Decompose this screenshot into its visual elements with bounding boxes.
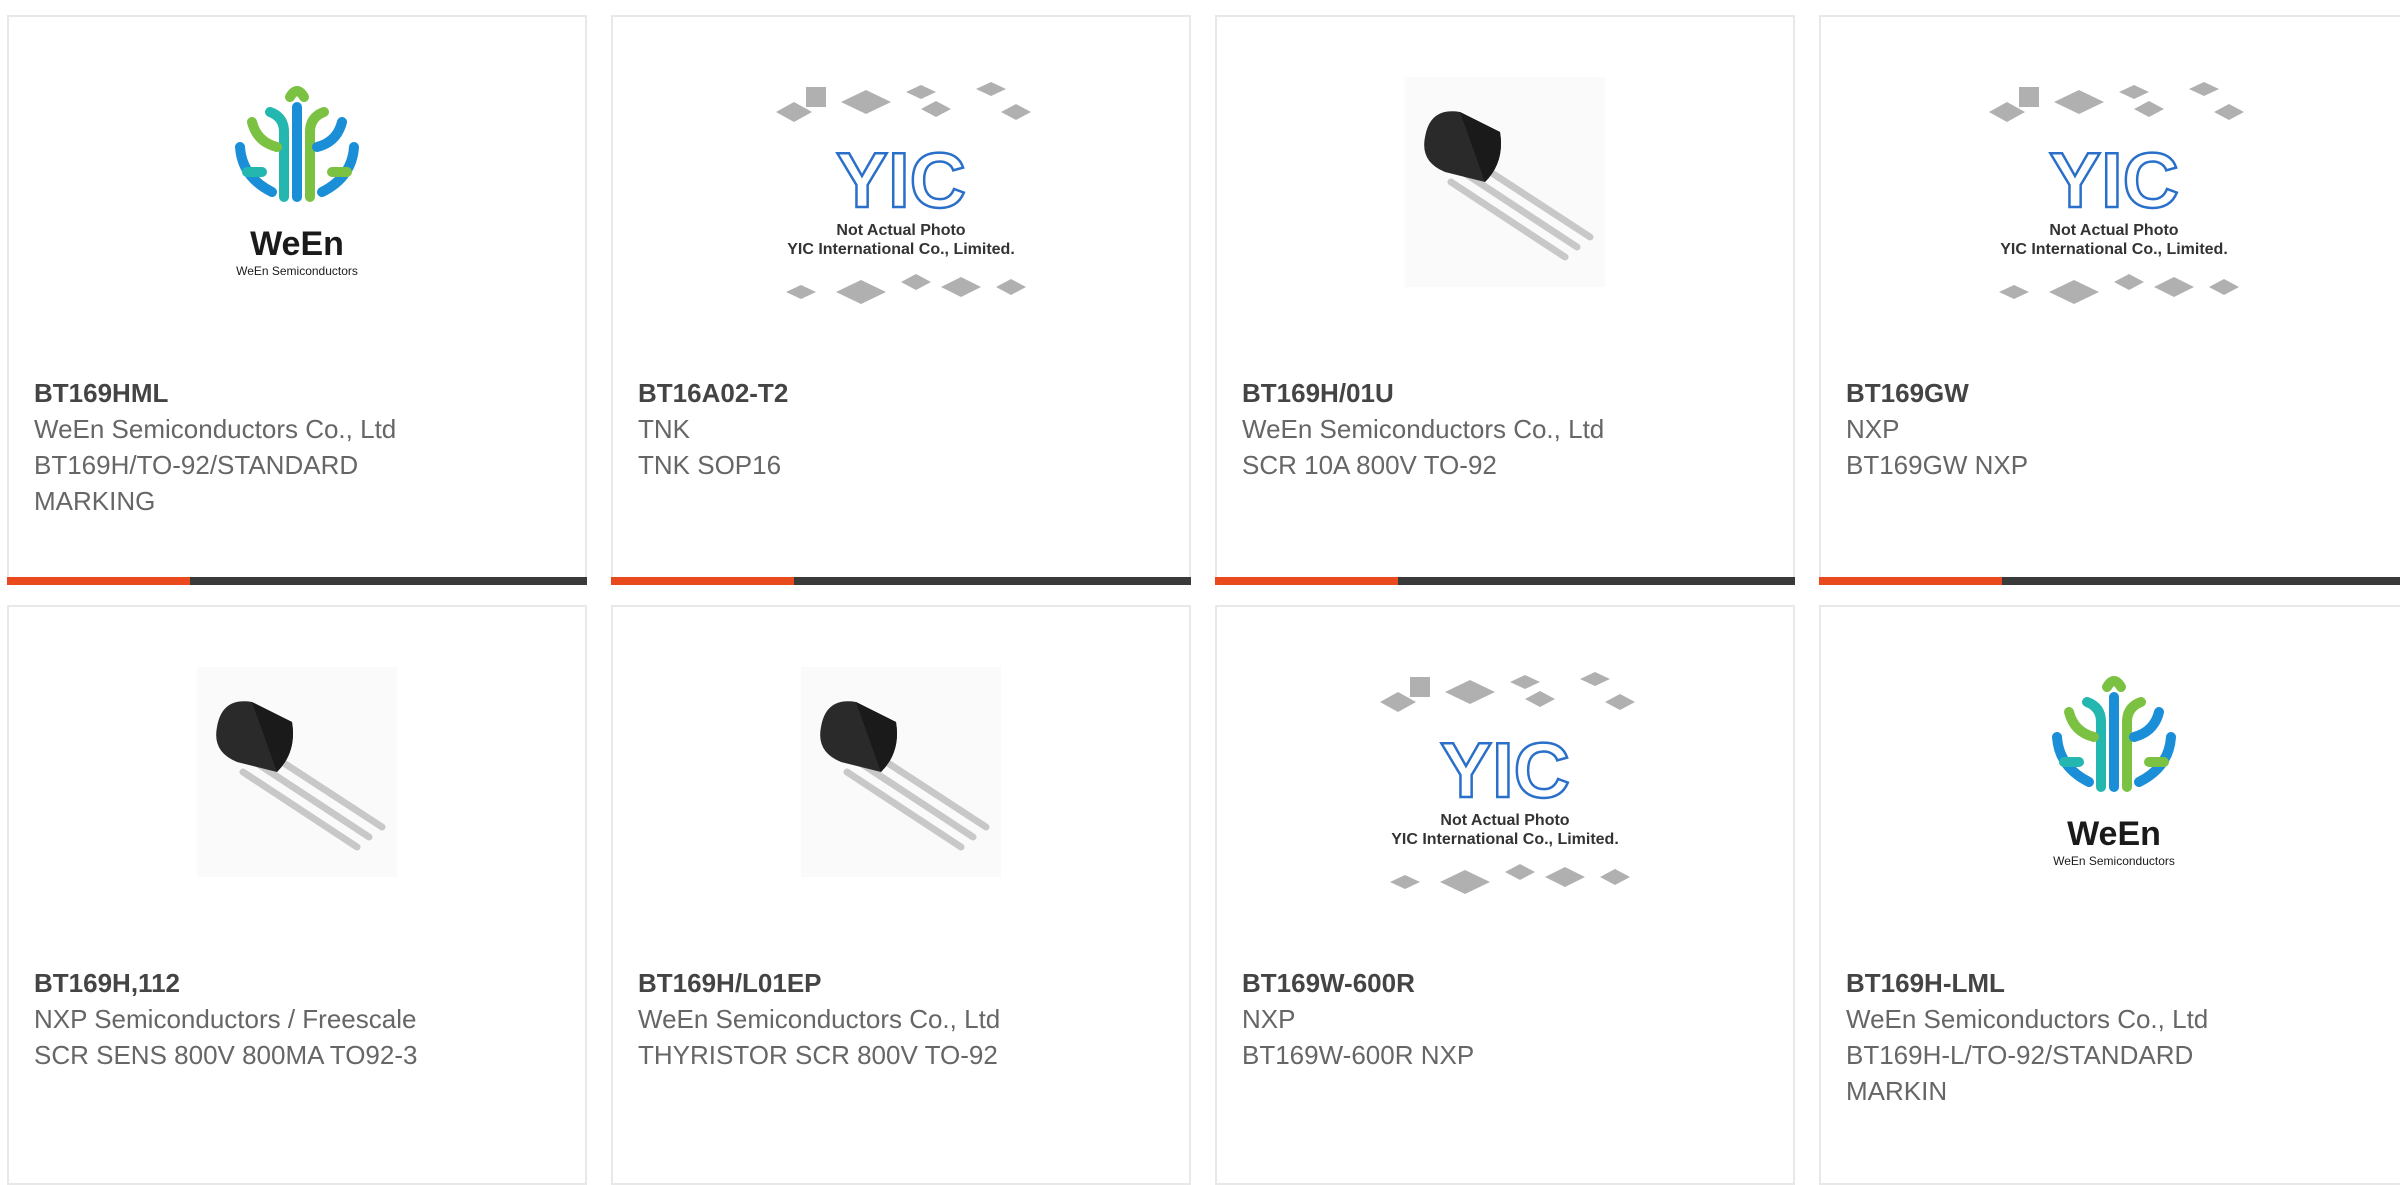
description: SCR SENS 800V 800MA TO92-3 <box>34 1040 418 1070</box>
product-image[interactable] <box>9 667 585 877</box>
to92-transistor-icon <box>197 667 397 877</box>
card-bar <box>7 577 587 585</box>
description: TNK SOP16 <box>638 450 782 480</box>
ween-logo-icon: WeEn WeEn Semiconductors <box>235 86 359 278</box>
product-image[interactable]: YIC Not Actual Photo YIC International C… <box>1821 77 2400 317</box>
placeholder-mark: YIC <box>2049 136 2179 224</box>
manufacturer: WeEn Semiconductors Co., Ltd <box>1242 414 1605 444</box>
card-bar <box>1819 577 2400 585</box>
product-card[interactable]: YIC Not Actual Photo YIC International C… <box>1819 15 2400 585</box>
placeholder-mark: YIC <box>1440 726 1570 814</box>
product-image[interactable]: WeEn WeEn Semiconductors <box>9 77 585 287</box>
part-number[interactable]: BT169H/L01EP <box>638 965 1169 1001</box>
product-card[interactable]: WeEn WeEn Semiconductors BT169H-LML WeEn… <box>1819 605 2400 1185</box>
to92-transistor-icon <box>801 667 1001 877</box>
manufacturer: NXP <box>1242 1004 1296 1034</box>
manufacturer: WeEn Semiconductors Co., Ltd <box>1846 1004 2209 1034</box>
placeholder-line1: Not Actual Photo <box>2049 222 2178 239</box>
to92-transistor-icon <box>1405 77 1605 287</box>
description: BT169H/TO-92/STANDARD <box>34 450 359 480</box>
placeholder-mark: YIC <box>836 136 966 224</box>
product-card[interactable]: BT169H/01U WeEn Semiconductors Co., Ltd … <box>1215 15 1795 585</box>
product-image[interactable] <box>1217 77 1793 287</box>
manufacturer: NXP <box>1846 414 1900 444</box>
part-number[interactable]: BT169GW <box>1846 375 2387 411</box>
part-number[interactable]: BT169H/01U <box>1242 375 1773 411</box>
product-card[interactable]: BT169H,112 NXP Semiconductors / Freescal… <box>7 605 587 1185</box>
placeholder-line1: Not Actual Photo <box>1440 812 1569 829</box>
not-actual-photo-icon: YIC Not Actual Photo YIC International C… <box>776 82 1031 304</box>
manufacturer: NXP Semiconductors / Freescale <box>34 1004 417 1034</box>
product-image[interactable]: WeEn WeEn Semiconductors <box>1821 667 2400 877</box>
ween-logo-sub: WeEn Semiconductors <box>236 264 358 278</box>
manufacturer: TNK <box>638 414 690 444</box>
not-actual-photo-icon: YIC Not Actual Photo YIC International C… <box>1989 82 2244 304</box>
product-image[interactable] <box>613 667 1189 877</box>
placeholder-line2: YIC International Co., Limited. <box>2000 241 2228 258</box>
product-image[interactable]: YIC Not Actual Photo YIC International C… <box>613 77 1189 317</box>
description: THYRISTOR SCR 800V TO-92 <box>638 1040 998 1070</box>
part-number[interactable]: BT169HML <box>34 375 565 411</box>
description: BT169W-600R NXP <box>1242 1040 1475 1070</box>
card-bar-accent <box>1819 577 2002 585</box>
part-number[interactable]: BT169W-600R <box>1242 965 1773 1001</box>
card-bar-accent <box>611 577 794 585</box>
product-card[interactable]: BT169H/L01EP WeEn Semiconductors Co., Lt… <box>611 605 1191 1185</box>
description-cont: MARKING <box>34 486 156 516</box>
description-cont: MARKIN <box>1846 1076 1948 1106</box>
ween-logo-brand: WeEn <box>250 225 344 263</box>
part-number[interactable]: BT16A02-T2 <box>638 375 1169 411</box>
card-bar <box>1215 577 1795 585</box>
card-bar <box>611 577 1191 585</box>
ween-logo-icon: WeEn WeEn Semiconductors <box>2052 676 2176 868</box>
product-card[interactable]: YIC Not Actual Photo YIC International C… <box>611 15 1191 585</box>
product-card[interactable]: YIC Not Actual Photo YIC International C… <box>1215 605 1795 1185</box>
description: BT169H-L/TO-92/STANDARD <box>1846 1040 2194 1070</box>
description: SCR 10A 800V TO-92 <box>1242 450 1497 480</box>
ween-logo-sub: WeEn Semiconductors <box>2053 854 2175 868</box>
product-card[interactable]: WeEn WeEn Semiconductors BT169HML WeEn S… <box>7 15 587 585</box>
card-bar-accent <box>1215 577 1398 585</box>
not-actual-photo-icon: YIC Not Actual Photo YIC International C… <box>1380 672 1635 894</box>
placeholder-line2: YIC International Co., Limited. <box>1391 831 1619 848</box>
part-number[interactable]: BT169H-LML <box>1846 965 2387 1001</box>
manufacturer: WeEn Semiconductors Co., Ltd <box>34 414 397 444</box>
ween-logo-brand: WeEn <box>2067 815 2161 853</box>
placeholder-line1: Not Actual Photo <box>836 222 965 239</box>
product-image[interactable]: YIC Not Actual Photo YIC International C… <box>1217 667 1793 907</box>
description: BT169GW NXP <box>1846 450 2029 480</box>
part-number[interactable]: BT169H,112 <box>34 965 565 1001</box>
placeholder-line2: YIC International Co., Limited. <box>787 241 1015 258</box>
product-grid: WeEn WeEn Semiconductors BT169HML WeEn S… <box>0 0 2400 1185</box>
manufacturer: WeEn Semiconductors Co., Ltd <box>638 1004 1001 1034</box>
card-bar-accent <box>7 577 190 585</box>
